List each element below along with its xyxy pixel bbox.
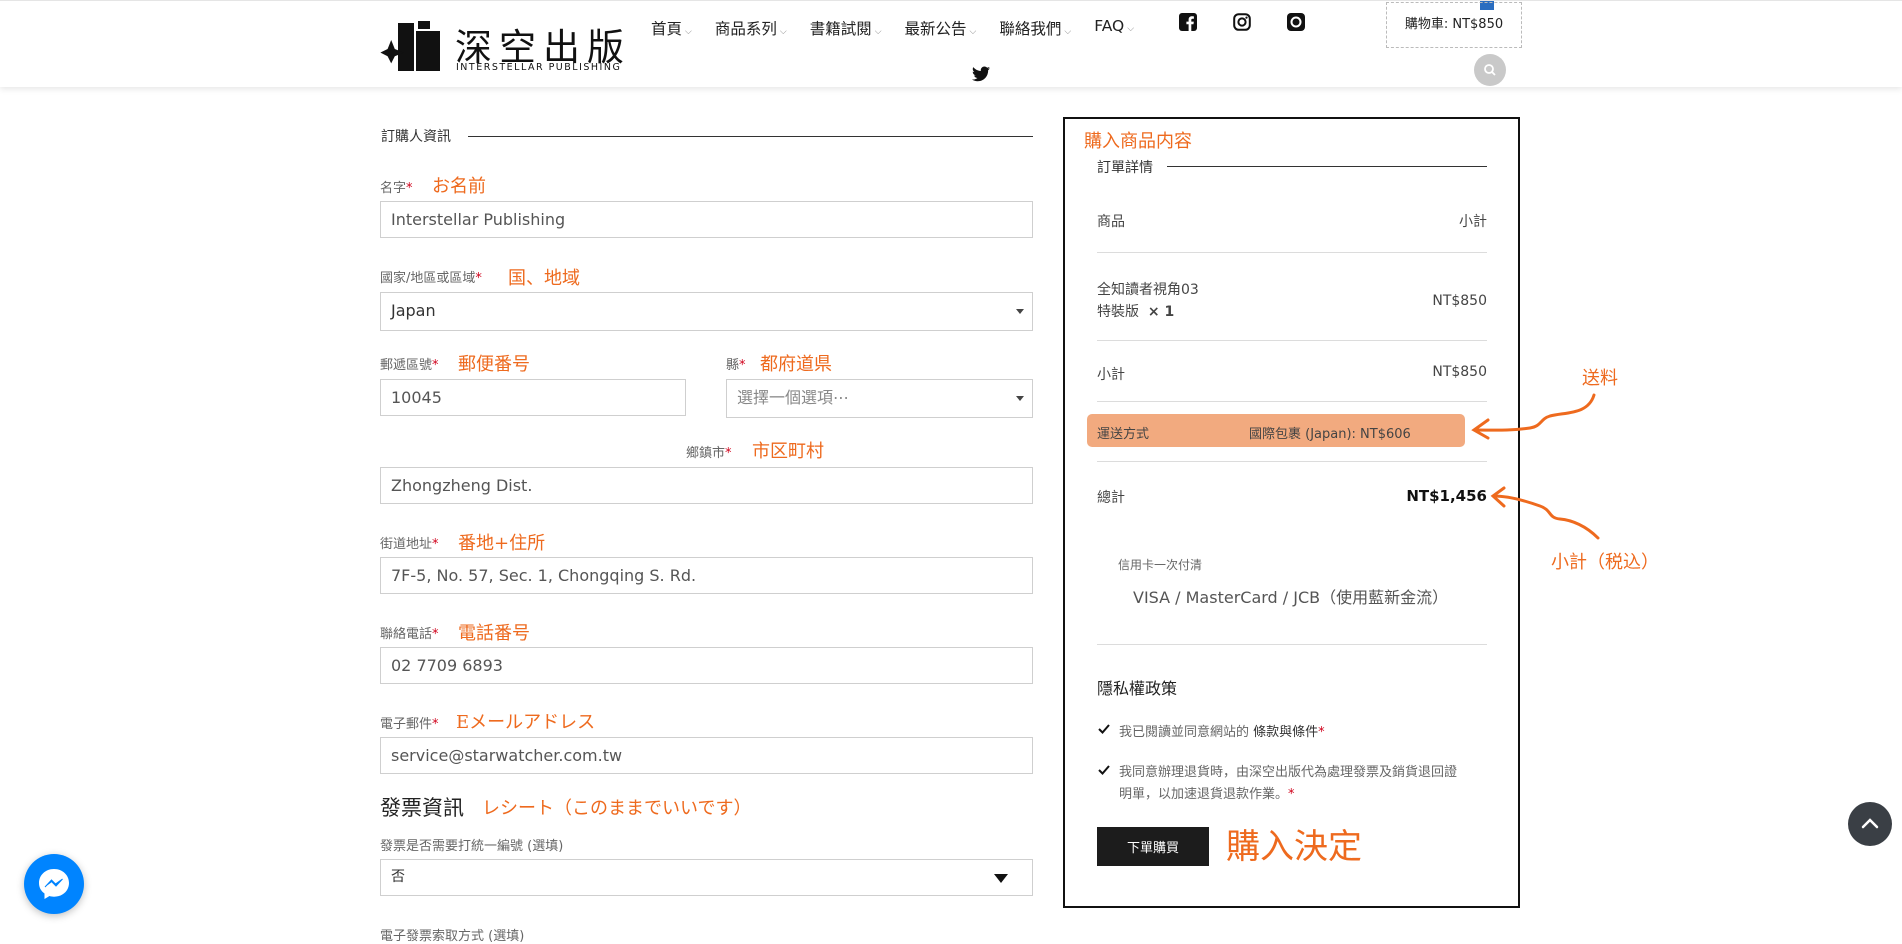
nav-home[interactable]: 首頁 ⌵ [651,17,692,39]
city-label: 鄉鎮市* [686,446,732,461]
street-label: 街道地址* [380,537,439,552]
site-header: 深空出版 INTERSTELLAR PUBLISHING 首頁 ⌵ 商品系列 ⌵ 書… [0,0,1902,87]
privacy-heading: 隱私權政策 [1097,679,1178,698]
item-quantity: × 1 [1147,304,1175,320]
nav-faq[interactable]: FAQ ⌵ [1094,17,1134,39]
facebook-icon[interactable] [1179,13,1197,31]
name-annotation: お名前 [432,176,486,197]
row-divider [1097,461,1487,462]
terms-text: 我已閱讀並同意網站的 條款與條件* [1119,725,1325,740]
caret-down-icon [994,874,1008,883]
shipping-row: 運送方式 國際包裹 (Japan): NT$606 [1097,423,1487,442]
order-table-header: 商品 小計 [1097,211,1487,231]
terms-checkbox[interactable] [1098,723,1110,735]
search-icon [1484,64,1496,76]
shipping-label: 運送方式 [1097,427,1150,442]
site-logo[interactable]: 深空出版 INTERSTELLAR PUBLISHING [380,15,625,73]
payment-method-label[interactable]: 信用卡一次付清 [1118,556,1202,573]
country-label: 國家/地區或區域* [380,271,482,286]
payment-description: VISA / MasterCard / JCB（使用藍新金流） [1133,588,1449,607]
row-divider [1097,644,1487,645]
twitter-icon[interactable] [972,65,990,83]
main-nav: 首頁 ⌵ 商品系列 ⌵ 書籍試閱 ⌵ 最新公告 ⌵ 聯絡我們 ⌵ FAQ ⌵ [651,17,1157,39]
search-button[interactable] [1474,54,1506,86]
total-value: NT$1,456 [1406,487,1487,505]
street-input[interactable]: 7F-5, No. 57, Sec. 1, Chongqing S. Rd. [380,557,1033,594]
messenger-icon [39,869,69,899]
county-select[interactable]: 選擇一個選項⋯ [726,379,1033,418]
item-name: 全知讀者視角03 [1097,282,1199,298]
refund-agreement-text: 我同意辦理退貨時，由深空出版代為處理發票及銷貨退回證 明單，以加速退貨退款作業。… [1119,765,1458,802]
name-label: 名字* [380,181,413,196]
plurk-icon[interactable] [1287,13,1305,31]
invoice-heading: 發票資訊 [380,796,464,820]
phone-label: 聯絡電話* [380,627,439,642]
phone-annotation: 電話番号 [458,623,530,644]
email-label: 電子郵件* [380,717,439,732]
item-variant: 特裝版 [1097,304,1139,320]
chevron-down-icon: ⌵ [1064,27,1072,37]
messenger-chat-button[interactable] [24,854,84,914]
cart-button[interactable]: 購物車: NT$850 [1386,2,1522,48]
shipping-arrow-icon [1471,393,1596,440]
country-annotation: 国、地域 [508,268,580,289]
buy-annotation: 購入決定 [1226,827,1362,867]
postcode-input[interactable]: 10045 [380,379,686,416]
nav-news[interactable]: 最新公告 ⌵ [905,17,977,39]
nav-preview[interactable]: 書籍試閱 ⌵ [810,17,882,39]
place-order-button[interactable]: 下單購買 [1097,827,1209,866]
subtotal-label: 小計 [1097,367,1125,383]
order-item-row: 全知讀者視角03 特裝版 × 1 NT$850 [1097,279,1487,323]
county-label: 縣* [726,358,746,373]
county-annotation: 都府道県 [760,354,832,375]
city-input[interactable]: Zhongzheng Dist. [380,467,1033,504]
invoice-annotation: レシート（このままでいいです） [482,798,752,819]
name-input[interactable]: Interstellar Publishing [380,201,1033,238]
col-subtotal: 小計 [1459,214,1487,230]
back-to-top-button[interactable] [1848,802,1892,846]
shipping-method[interactable]: 國際包裹 (Japan): NT$606 [1249,423,1411,442]
chevron-down-icon: ⌵ [874,27,882,37]
chevron-down-icon: ⌵ [685,27,692,37]
postcode-label: 郵遞區號* [380,358,439,373]
email-annotation: Eメールアドレス [456,712,596,733]
row-divider [1097,340,1487,341]
chevron-down-icon: ⌵ [969,27,977,37]
tax-id-label: 發票是否需要打統一編號 (選填) [380,839,564,854]
street-annotation: 番地+住所 [458,533,546,554]
row-divider [1097,401,1487,402]
phone-input[interactable]: 02 7709 6893 [380,647,1033,684]
chevron-down-icon: ⌵ [779,27,787,37]
section-divider [468,136,1033,137]
terms-link[interactable]: 條款與條件 [1253,725,1318,740]
logo-mark-icon [380,21,440,71]
order-details-title: 訂單詳情 [1097,160,1153,176]
city-annotation: 市区町村 [752,441,824,462]
postcode-annotation: 郵便番号 [458,354,530,375]
total-arrow-icon [1490,486,1600,540]
refund-checkbox[interactable] [1098,764,1110,776]
logo-english-text: INTERSTELLAR PUBLISHING [456,62,622,73]
chevron-down-icon: ⌵ [1127,24,1135,34]
subtotal-value: NT$850 [1432,364,1487,380]
total-annotation: 小計（税込） [1551,552,1659,573]
row-divider [1097,252,1487,253]
total-label: 總計 [1097,490,1125,506]
order-annotation: 購入商品内容 [1084,131,1192,152]
chevron-up-icon [1861,818,1879,829]
tax-id-select[interactable]: 否 [380,859,1033,896]
shipping-annotation: 送料 [1582,368,1618,389]
section-divider [1167,166,1487,167]
col-product: 商品 [1097,214,1125,230]
carrier-label: 電子發票索取方式 (選填) [380,929,525,944]
subtotal-row: 小計 NT$850 [1097,364,1487,384]
billing-section-title: 訂購人資訊 [381,129,451,145]
instagram-icon[interactable] [1233,13,1251,31]
country-select[interactable]: Japan [380,292,1033,331]
email-input[interactable]: service@starwatcher.com.tw [380,737,1033,774]
total-row: 總計 NT$1,456 [1097,487,1487,507]
nav-products[interactable]: 商品系列 ⌵ [715,17,787,39]
nav-contact[interactable]: 聯絡我們 ⌵ [999,17,1071,39]
item-price: NT$850 [1432,293,1487,309]
